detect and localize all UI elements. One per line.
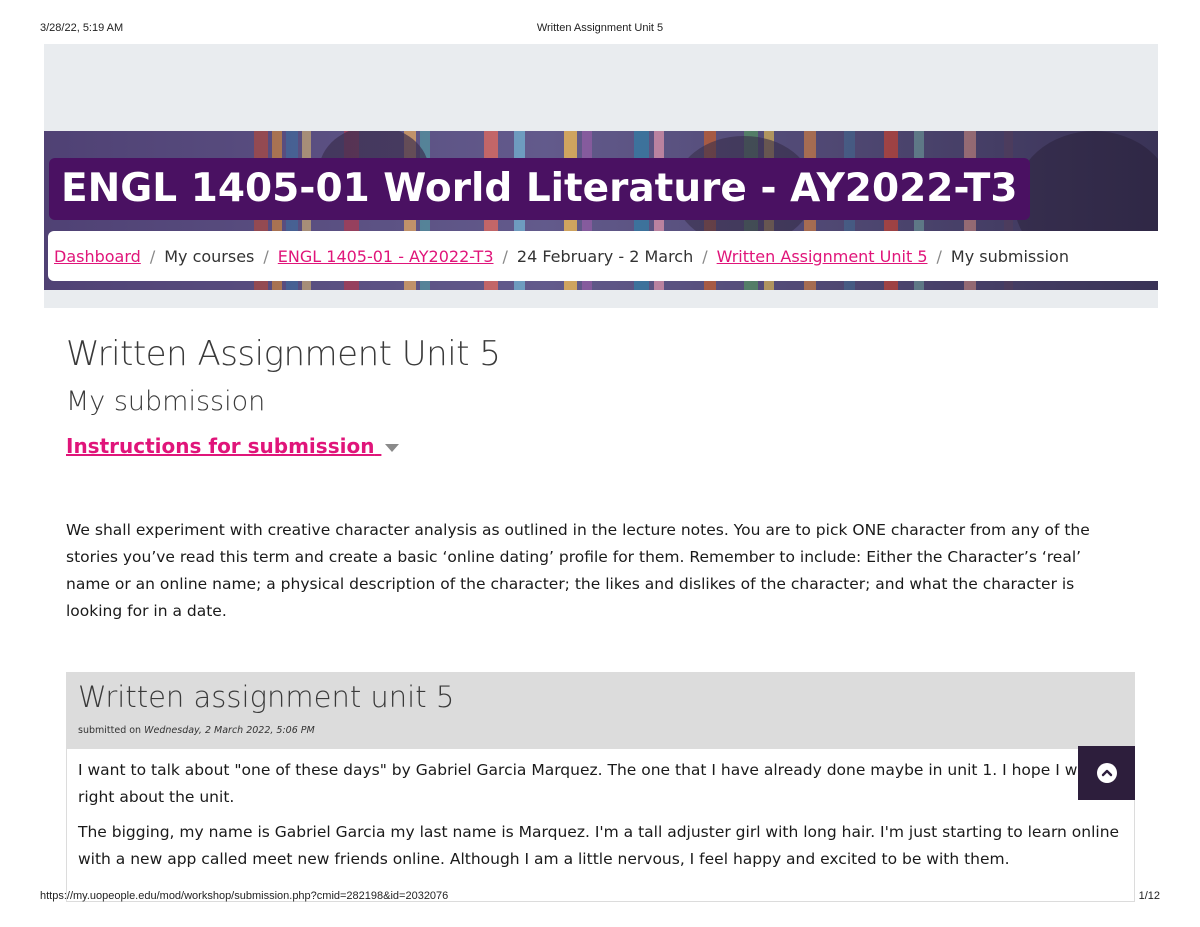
breadcrumb: Dashboard / My courses / ENGL 1405-01 - … [48, 231, 1158, 281]
submission-paragraph: The bigging, my name is Gabriel Garcia m… [78, 823, 1120, 868]
breadcrumb-separator: / [702, 246, 708, 266]
submission-card: Written assignment unit 5 submitted on W… [66, 672, 1135, 902]
submission-date: Wednesday, 2 March 2022, 5:06 PM [144, 725, 315, 736]
page-title: Written Assignment Unit 5 [66, 334, 501, 374]
print-url: https://my.uopeople.edu/mod/workshop/sub… [40, 890, 449, 902]
header-spacer [44, 44, 1158, 132]
submission-content: I want to talk about "one of these days"… [67, 749, 1134, 873]
submission-title: Written assignment unit 5 [78, 680, 455, 714]
print-page-count: 1/12 [1138, 890, 1160, 902]
submission-header: Written assignment unit 5 submitted on W… [67, 673, 1134, 749]
chevron-up-icon [1096, 763, 1117, 783]
print-header: 3/28/22, 5:19 AM Written Assignment Unit… [40, 22, 1160, 38]
submission-paragraph: I want to talk about "one of these days"… [78, 761, 1095, 806]
breadcrumb-current: My submission [950, 246, 1069, 266]
breadcrumb-assignment-link[interactable]: Written Assignment Unit 5 [717, 247, 928, 266]
back-to-top-button[interactable] [1078, 746, 1135, 800]
page-subtitle: My submission [66, 386, 266, 417]
breadcrumb-separator: / [936, 246, 942, 266]
breadcrumb-my-courses: My courses [164, 246, 255, 266]
breadcrumb-separator: / [502, 246, 508, 266]
print-title: Written Assignment Unit 5 [536, 22, 664, 34]
instructions-link-label: Instructions for submission [66, 434, 375, 458]
breadcrumb-dashboard-link[interactable]: Dashboard [54, 247, 141, 266]
submission-meta: submitted on Wednesday, 2 March 2022, 5:… [78, 725, 1123, 736]
caret-down-icon [385, 443, 400, 452]
print-footer: https://my.uopeople.edu/mod/workshop/sub… [40, 890, 1160, 906]
instructions-text: We shall experiment with creative charac… [66, 521, 1090, 620]
submission-meta-prefix: submitted on [78, 725, 142, 736]
instructions-toggle-link[interactable]: Instructions for submission [66, 434, 400, 458]
header-bottom-spacer [44, 290, 1158, 308]
breadcrumb-week: 24 February - 2 March [516, 246, 694, 266]
breadcrumb-separator: / [263, 246, 269, 266]
course-title: ENGL 1405-01 World Literature - AY2022-T… [49, 158, 1030, 220]
breadcrumb-course-link[interactable]: ENGL 1405-01 - AY2022-T3 [278, 247, 494, 266]
breadcrumb-separator: / [149, 246, 156, 266]
